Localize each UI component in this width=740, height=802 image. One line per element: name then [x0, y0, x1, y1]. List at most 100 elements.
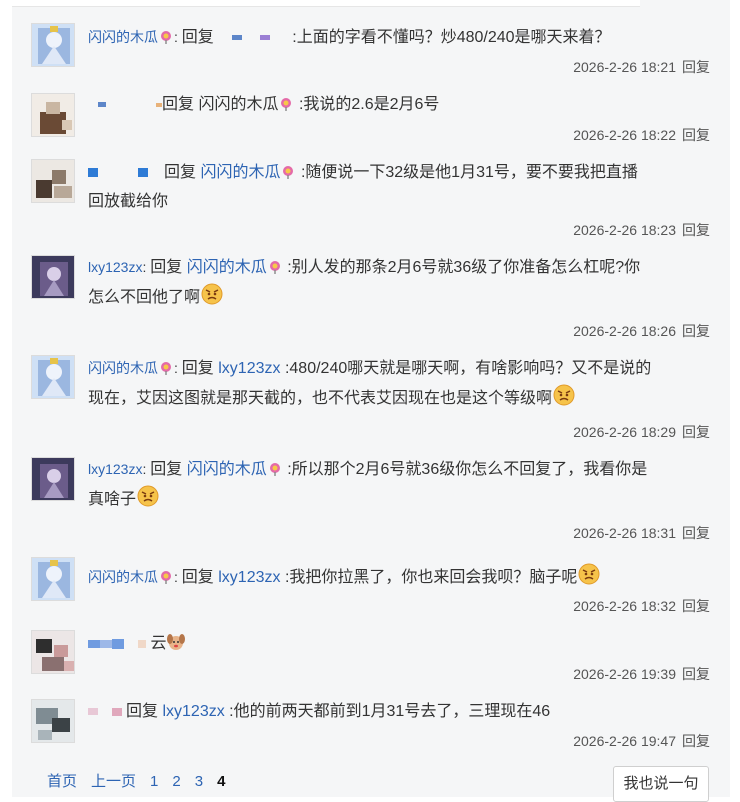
- reply-to-label: 回复: [164, 164, 197, 181]
- reply-meta: 2026-2-26 18:21 回复: [573, 57, 710, 77]
- timestamp: 2026-2-26 19:47: [573, 733, 676, 749]
- redacted-username: [88, 639, 100, 648]
- reply-content: :随便说一下32级是他1月31号，要不要我把直播: [300, 164, 638, 181]
- lollipop-icon: [279, 93, 293, 120]
- redacted-username: [88, 708, 98, 716]
- lollipop-icon: [159, 566, 173, 593]
- reply-button[interactable]: 回复: [682, 424, 710, 440]
- avatar[interactable]: [31, 159, 75, 203]
- reply-text: 闪闪的木瓜: 回复 lxy123zx :480/240哪天就是哪天啊，有啥影响吗…: [88, 355, 713, 415]
- reply-content: 真啥子: [88, 491, 137, 508]
- reply-content: :上面的字看不懂吗？炒480/240是哪天来着？: [292, 29, 611, 46]
- angry-face-emoji-icon: [578, 563, 600, 594]
- reply-to-label: 回复: [126, 703, 159, 720]
- reply-text: 闪闪的木瓜: 回复 :上面的字看不懂吗？炒480/240是哪天来着？: [88, 24, 713, 53]
- reply-content: :我说的2.6是2月6号: [298, 96, 440, 113]
- username-link[interactable]: 闪闪的木瓜: [88, 29, 158, 45]
- lzl-reply-panel: 闪闪的木瓜: 回复 :上面的字看不懂吗？炒480/240是哪天来着？ 2026-…: [12, 0, 730, 802]
- reply-content: 回放截给你: [88, 193, 169, 210]
- lollipop-icon: [268, 458, 282, 485]
- reply-target[interactable]: 闪闪的木瓜: [200, 164, 280, 181]
- avatar[interactable]: [31, 557, 75, 601]
- timestamp: 2026-2-26 18:31: [573, 525, 676, 541]
- reply-text: lxy123zx: 回复 闪闪的木瓜 :所以那个2月6号就36级你怎么不回复了，…: [88, 456, 713, 516]
- reply-button[interactable]: 回复: [682, 733, 710, 749]
- reply-meta: 2026-2-26 18:22 回复: [573, 125, 710, 145]
- username-link[interactable]: 闪闪的木瓜: [88, 360, 158, 376]
- reply-to-label: 回复: [162, 96, 195, 113]
- timestamp: 2026-2-26 18:26: [573, 323, 676, 339]
- reply-to-label: 回复: [150, 259, 183, 276]
- lollipop-icon: [268, 256, 282, 283]
- reply-text: 回复 闪闪的木瓜 :随便说一下32级是他1月31号，要不要我把直播 回放截给你: [88, 159, 713, 215]
- reply-content: 怎么不回他了啊: [88, 289, 201, 306]
- pager-first[interactable]: 首页: [47, 773, 77, 790]
- pager-page-current: 4: [217, 773, 226, 790]
- username-link[interactable]: 闪闪的木瓜: [88, 569, 158, 585]
- reply-to-label: 回复: [181, 29, 214, 46]
- reply-text: 回复 闪闪的木瓜 :我说的2.6是2月6号: [88, 91, 713, 120]
- pagination: 首页 上一页 1 2 3 4: [47, 770, 239, 791]
- lollipop-icon: [159, 357, 173, 384]
- reply-content: :别人发的那条2月6号就36级了你准备怎么杠呢?你: [287, 259, 641, 276]
- timestamp: 2026-2-26 18:23: [573, 222, 676, 238]
- redacted-username: [88, 101, 98, 109]
- avatar[interactable]: [31, 457, 75, 501]
- timestamp: 2026-2-26 19:39: [573, 666, 676, 682]
- reply-target[interactable]: lxy123zx: [218, 360, 280, 377]
- username-link[interactable]: lxy123zx: [88, 461, 142, 477]
- timestamp: 2026-2-26 18:22: [573, 127, 676, 143]
- reply-target[interactable]: lxy123zx: [162, 703, 224, 720]
- reply-button[interactable]: 回复: [682, 323, 710, 339]
- avatar[interactable]: [31, 630, 75, 674]
- avatar[interactable]: [31, 93, 75, 137]
- timestamp: 2026-2-26 18:21: [573, 59, 676, 75]
- reply-target[interactable]: lxy123zx: [218, 569, 280, 586]
- timestamp: 2026-2-26 18:32: [573, 598, 676, 614]
- lollipop-icon: [159, 26, 173, 53]
- reply-content: :480/240哪天就是哪天啊，有啥影响吗？又不是说的: [284, 360, 652, 377]
- pager-prev[interactable]: 上一页: [91, 773, 136, 790]
- reply-button[interactable]: 回复: [682, 525, 710, 541]
- reply-button[interactable]: 回复: [682, 127, 710, 143]
- avatar[interactable]: [31, 23, 75, 67]
- reply-meta: 2026-2-26 18:29 回复: [573, 422, 710, 442]
- redacted-username: [88, 168, 98, 178]
- reply-button[interactable]: 回复: [682, 598, 710, 614]
- reply-input-edge: [12, 0, 640, 7]
- angry-face-emoji-icon: [201, 283, 223, 314]
- reply-meta: 2026-2-26 19:39 回复: [573, 664, 710, 684]
- reply-target[interactable]: 闪闪的木瓜: [187, 259, 267, 276]
- reply-text: lxy123zx: 回复 闪闪的木瓜 :别人发的那条2月6号就36级了你准备怎么…: [88, 254, 713, 314]
- timestamp: 2026-2-26 18:29: [573, 424, 676, 440]
- reply-text: 回复 lxy123zx :他的前两天都前到1月31号去了，三理现在46: [88, 698, 713, 725]
- angry-face-emoji-icon: [137, 485, 159, 516]
- reply-to-label: 回复: [181, 569, 214, 586]
- reply-meta: 2026-2-26 18:32 回复: [573, 596, 710, 616]
- username-link[interactable]: lxy123zx: [88, 259, 142, 275]
- reply-button[interactable]: 回复: [682, 222, 710, 238]
- reply-meta: 2026-2-26 18:31 回复: [573, 523, 710, 543]
- avatar[interactable]: [31, 255, 75, 299]
- avatar[interactable]: [31, 699, 75, 743]
- reply-target[interactable]: 闪闪的木瓜: [187, 461, 267, 478]
- dog-face-emoji-icon: [167, 633, 186, 660]
- avatar[interactable]: [31, 355, 75, 399]
- pager-page-1[interactable]: 1: [150, 773, 158, 790]
- reply-content: :他的前两天都前到1月31号去了，三理现在46: [229, 703, 551, 720]
- reply-button[interactable]: 回复: [682, 59, 710, 75]
- reply-to-label: 回复: [181, 360, 214, 377]
- reply-content: 现在，艾因这图就是那天截的，也不代表艾因现在也是这个等级啊: [88, 390, 553, 407]
- pager-page-3[interactable]: 3: [195, 773, 203, 790]
- reply-content: 云: [150, 635, 167, 652]
- reply-meta: 2026-2-26 19:47 回复: [573, 731, 710, 751]
- redacted-username: [218, 34, 232, 42]
- lollipop-icon: [281, 161, 295, 188]
- reply-text: 云: [88, 630, 713, 660]
- reply-target[interactable]: 闪闪的木瓜: [198, 96, 278, 113]
- reply-content: :我把你拉黑了，你也来回会我呗？脑子呢: [284, 569, 578, 586]
- reply-meta: 2026-2-26 18:23 回复: [573, 220, 710, 240]
- reply-button[interactable]: 回复: [682, 666, 710, 682]
- pager-page-2[interactable]: 2: [172, 773, 180, 790]
- reply-text: 闪闪的木瓜: 回复 lxy123zx :我把你拉黑了，你也来回会我呗？脑子呢: [88, 563, 713, 594]
